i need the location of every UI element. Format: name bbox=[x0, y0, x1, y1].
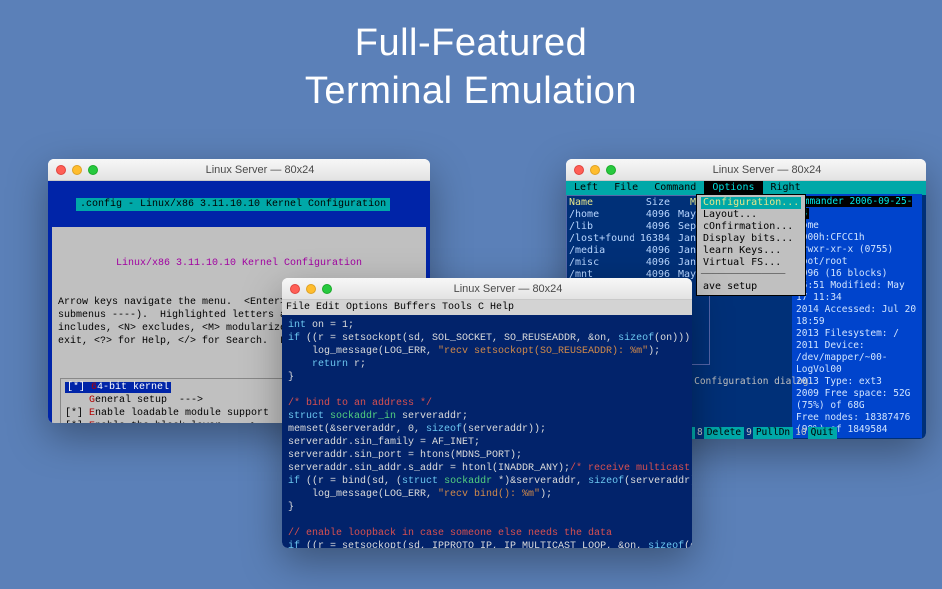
fnkey-num: 9 bbox=[745, 427, 753, 439]
menu-file[interactable]: File bbox=[606, 181, 646, 195]
dropdown-item[interactable]: learn Keys... bbox=[701, 245, 801, 257]
emacs-menubar[interactable]: File Edit Options Buffers Tools C Help bbox=[282, 300, 692, 315]
info-line: drwxr-xr-x (0755) bbox=[796, 244, 918, 256]
dropdown-item[interactable]: Configuration... bbox=[701, 197, 801, 209]
info-line: 2009 Free space: 52G (75%) of 68G bbox=[796, 388, 918, 412]
file-row[interactable]: /lost+found16384Jan bbox=[569, 233, 707, 245]
configbar: .config - Linux/x86 3.11.10.10 Kernel Co… bbox=[76, 198, 390, 211]
fnkey-pulldn[interactable]: PullDn bbox=[753, 427, 793, 439]
file-row[interactable]: /media4096Jan bbox=[569, 245, 707, 257]
mc-info-pane: ommander 2006-09-25-14 homeFD00h:CFCC1hd… bbox=[792, 194, 922, 438]
close-icon[interactable] bbox=[290, 284, 300, 294]
window-emacs-editor: Linux Server — 80x24 File Edit Options B… bbox=[282, 278, 692, 548]
file-row[interactable]: /lib4096Sep bbox=[569, 221, 707, 233]
dropdown-item[interactable]: ave setup bbox=[701, 281, 801, 293]
menu-options[interactable]: Options bbox=[704, 181, 762, 195]
window-title: Linux Server — 80x24 bbox=[616, 164, 918, 176]
info-line: FD00h:CFCC1h bbox=[796, 232, 918, 244]
info-line: 2014 Accessed: Jul 20 18:59 bbox=[796, 304, 918, 328]
titlebar[interactable]: Linux Server — 80x24 bbox=[566, 159, 926, 181]
info-title: ommander 2006-09-25-14 bbox=[796, 196, 912, 219]
info-line: 4096 (16 blocks) bbox=[796, 268, 918, 280]
col-size: Size bbox=[634, 197, 670, 209]
col-name: Name bbox=[569, 197, 634, 209]
minimize-icon[interactable] bbox=[590, 165, 600, 175]
fnkey-num: 8 bbox=[696, 427, 704, 439]
info-line: 2011 Device: /dev/mapper/~00-LogVol00 bbox=[796, 340, 918, 376]
options-dropdown[interactable]: Configuration...Layout...cOnfirmation...… bbox=[696, 194, 806, 296]
menu-command[interactable]: Command bbox=[646, 181, 704, 195]
close-icon[interactable] bbox=[574, 165, 584, 175]
dropdown-item[interactable]: Layout... bbox=[701, 209, 801, 221]
headline-line2: Terminal Emulation bbox=[305, 70, 637, 112]
dropdown-item[interactable]: cOnfirmation... bbox=[701, 221, 801, 233]
fnkey-delete[interactable]: Delete bbox=[704, 427, 744, 439]
info-line: 15:51 Modified: May 17 11:34 bbox=[796, 280, 918, 304]
file-row[interactable]: /misc4096Jan bbox=[569, 257, 707, 269]
file-row[interactable]: /home4096May bbox=[569, 209, 707, 221]
minimize-icon[interactable] bbox=[306, 284, 316, 294]
menu-right[interactable]: Right bbox=[763, 181, 809, 195]
zoom-icon[interactable] bbox=[322, 284, 332, 294]
titlebar[interactable]: Linux Server — 80x24 bbox=[282, 278, 692, 300]
mc-top-menu[interactable]: LeftFileCommandOptionsRight bbox=[566, 181, 926, 195]
minimize-icon[interactable] bbox=[72, 165, 82, 175]
titlebar[interactable]: Linux Server — 80x24 bbox=[48, 159, 430, 181]
zoom-icon[interactable] bbox=[88, 165, 98, 175]
headline: Full-Featured Terminal Emulation bbox=[0, 0, 942, 115]
window-title: Linux Server — 80x24 bbox=[332, 283, 684, 295]
dropdown-item[interactable]: Virtual FS... bbox=[701, 257, 801, 269]
window-title: Linux Server — 80x24 bbox=[98, 164, 422, 176]
info-line: home bbox=[796, 220, 918, 232]
code-buffer[interactable]: int on = 1; if ((r = setsockopt(sd, SOL_… bbox=[282, 315, 692, 548]
fnkey-quit[interactable]: Quit bbox=[808, 427, 837, 439]
box-title: Linux/x86 3.11.10.10 Kernel Configuratio… bbox=[58, 257, 420, 270]
col-mtime: M bbox=[670, 197, 696, 209]
close-icon[interactable] bbox=[56, 165, 66, 175]
fnkey-num: 10 bbox=[794, 427, 807, 439]
headline-line1: Full-Featured bbox=[355, 22, 587, 64]
info-line: 2013 Filesystem: / bbox=[796, 328, 918, 340]
zoom-icon[interactable] bbox=[606, 165, 616, 175]
menu-left[interactable]: Left bbox=[566, 181, 606, 195]
dropdown-item[interactable]: Display bits... bbox=[701, 233, 801, 245]
info-line: root/root bbox=[796, 256, 918, 268]
